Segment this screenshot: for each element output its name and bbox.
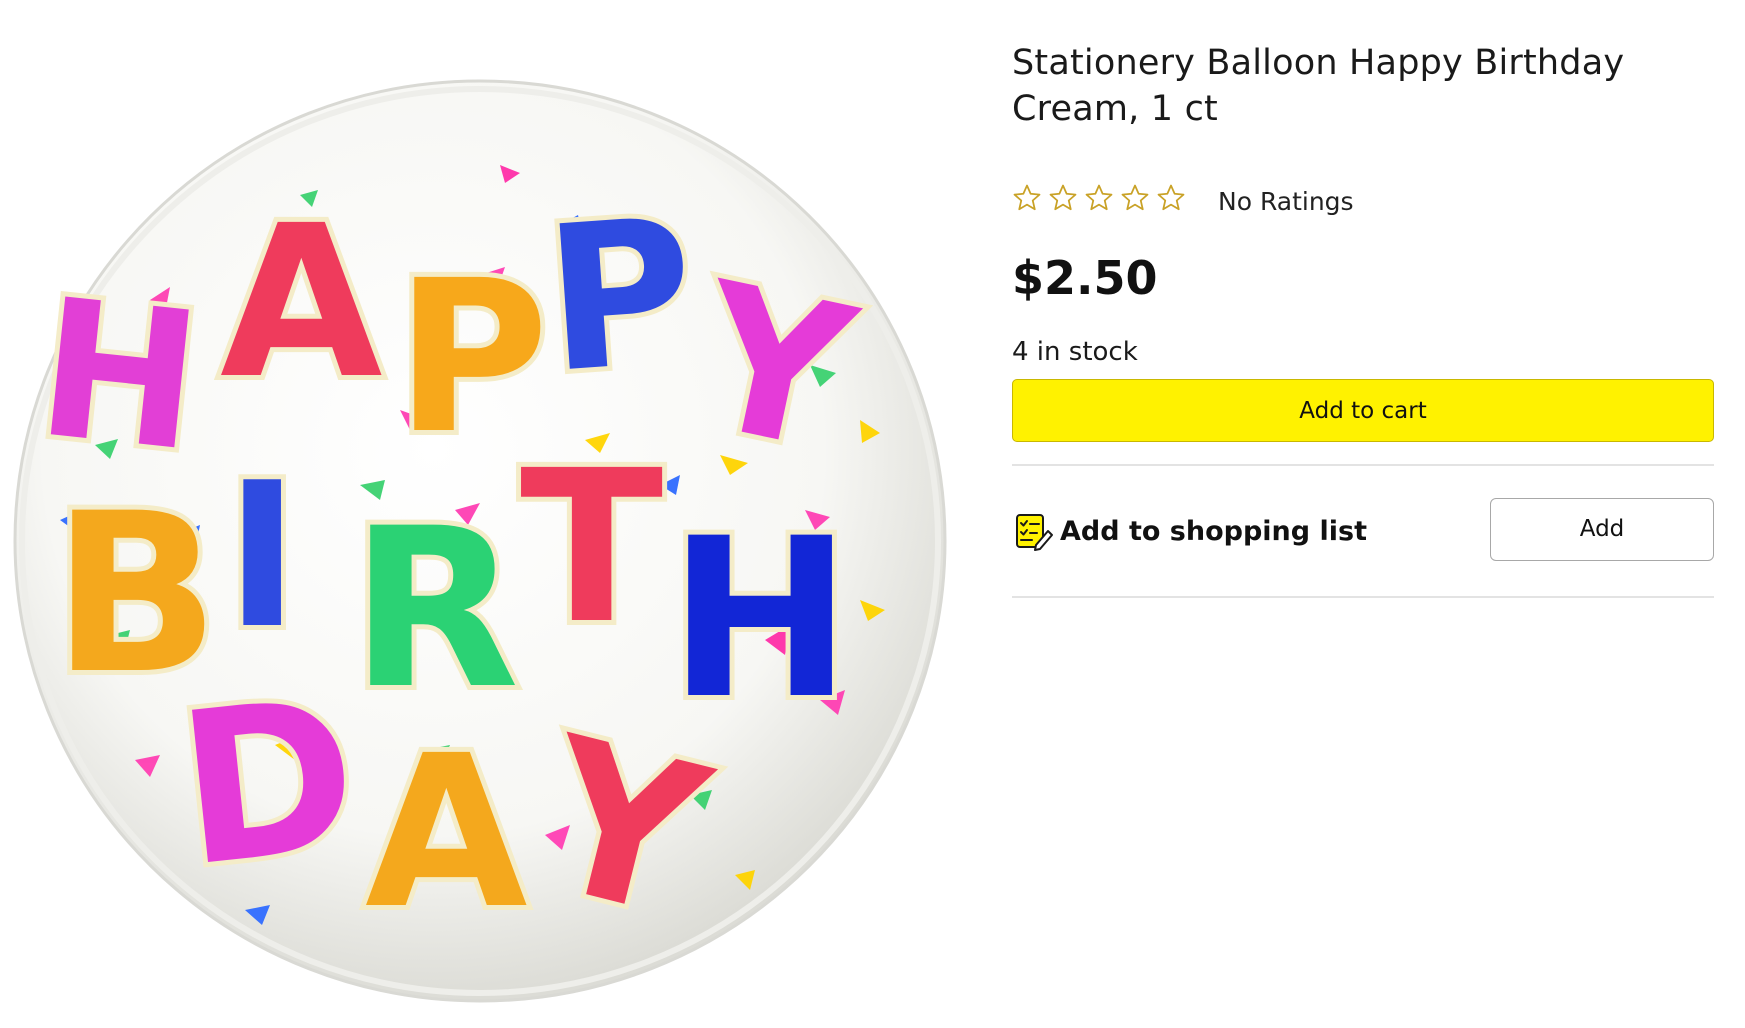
rating-row: No Ratings xyxy=(1012,176,1714,220)
balloon-letter-h2: H xyxy=(668,491,852,747)
star-rating[interactable] xyxy=(1012,183,1186,213)
rating-text[interactable]: No Ratings xyxy=(1218,181,1354,216)
balloon-letter-p2: P xyxy=(539,175,701,418)
balloon-letter-t: T xyxy=(520,425,663,670)
product-details: Stationery Balloon Happy Birthday Cream,… xyxy=(1012,40,1714,598)
star-outline-icon xyxy=(1085,184,1113,211)
star-outline-icon xyxy=(1157,184,1185,211)
shopping-list-row: Add to shopping list Add xyxy=(1012,466,1714,596)
add-to-list-button[interactable]: Add xyxy=(1490,497,1714,561)
star-outline-icon xyxy=(1013,184,1041,211)
shopping-list-icon xyxy=(1016,514,1053,551)
product-price: $2.50 xyxy=(1012,251,1158,305)
add-to-cart-button[interactable]: Add to cart xyxy=(1012,379,1714,442)
shopping-list-label-group: Add to shopping list xyxy=(1012,509,1367,553)
balloon-letter-h1: H xyxy=(29,257,210,493)
shopping-list-label: Add to shopping list xyxy=(1060,515,1367,547)
balloon-letter-d: D xyxy=(168,652,367,914)
balloon-letter-r: R xyxy=(350,481,519,737)
balloon-letter-i: I xyxy=(225,440,299,673)
star-outline-icon xyxy=(1049,184,1077,211)
product-title: Stationery Balloon Happy Birthday Cream,… xyxy=(1012,43,1625,129)
balloon-letter-a1: A xyxy=(220,180,383,425)
divider xyxy=(1012,596,1714,598)
star-outline-icon xyxy=(1121,184,1149,211)
stock-status: 4 in stock xyxy=(1012,337,1138,367)
product-image: H A P P Y B I R T H D A Y xyxy=(0,55,975,1028)
balloon-letter-a2: A xyxy=(365,710,528,955)
